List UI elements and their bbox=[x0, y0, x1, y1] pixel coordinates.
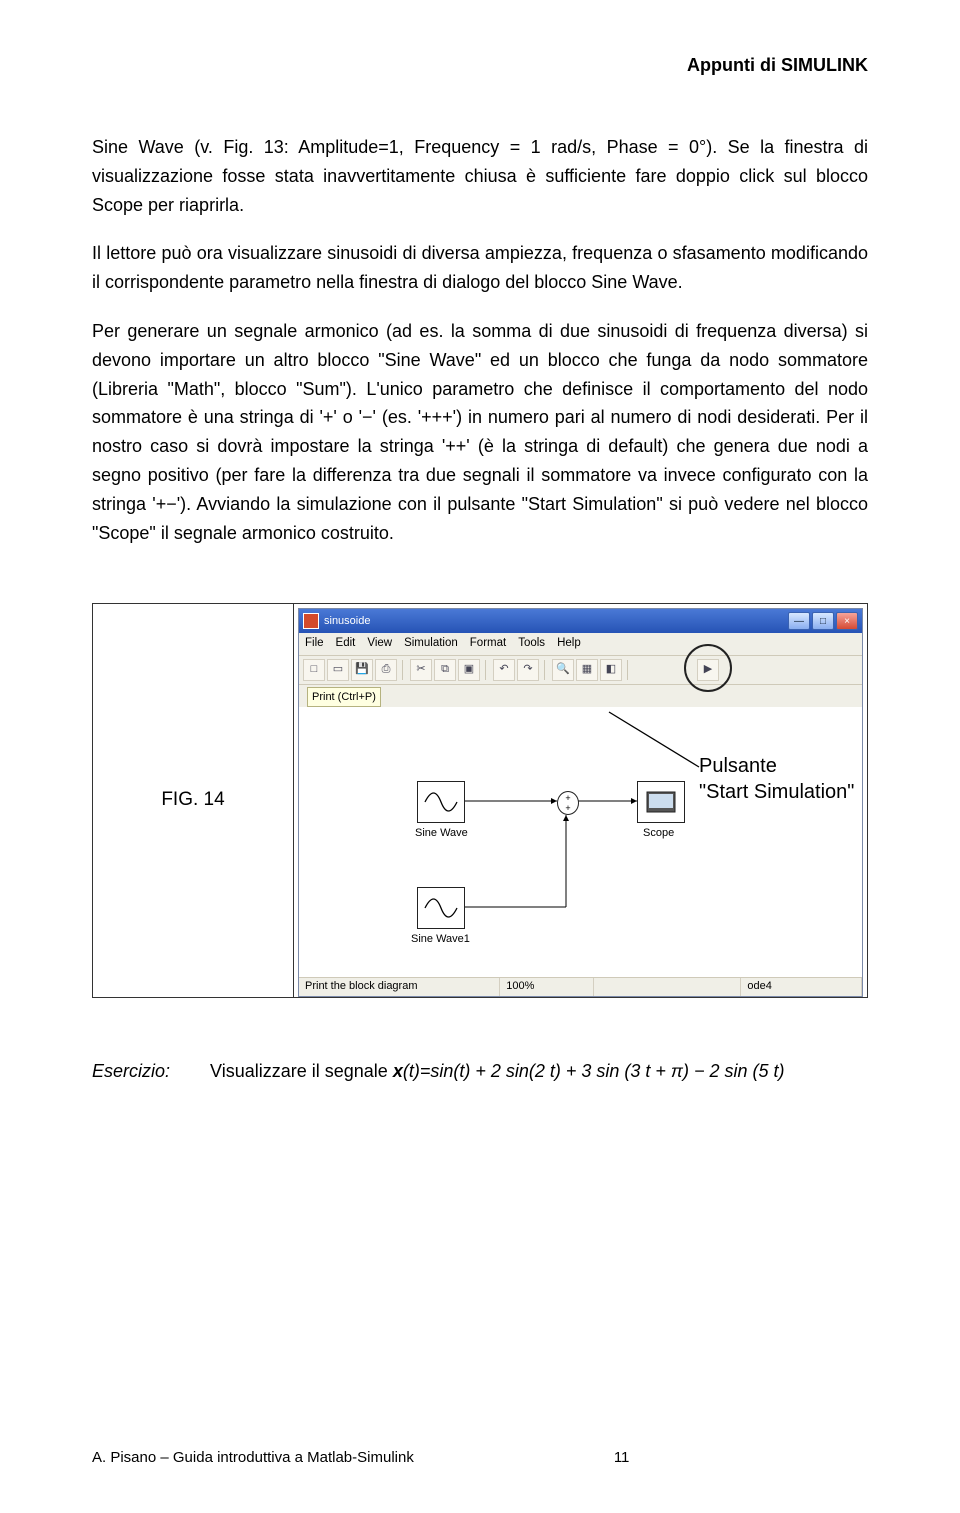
undo-button[interactable]: ↶ bbox=[493, 659, 515, 681]
exercise: Esercizio: Visualizzare il segnale x(t)=… bbox=[92, 1058, 868, 1085]
copy-button[interactable]: ⧉ bbox=[434, 659, 456, 681]
tooltip: Print (Ctrl+P) bbox=[307, 687, 381, 708]
block-sine-wave[interactable] bbox=[417, 781, 465, 823]
save-button[interactable]: 💾 bbox=[351, 659, 373, 681]
maximize-button[interactable]: □ bbox=[812, 612, 834, 630]
menu-edit[interactable]: Edit bbox=[336, 635, 356, 652]
exercise-label: Esercizio: bbox=[92, 1061, 170, 1081]
menu-tools[interactable]: Tools bbox=[518, 635, 545, 652]
block-sine-wave1-label: Sine Wave1 bbox=[411, 931, 470, 948]
block-scope[interactable] bbox=[637, 781, 685, 823]
status-solver: ode4 bbox=[741, 978, 862, 996]
minimize-button[interactable]: — bbox=[788, 612, 810, 630]
paragraph-3: Per generare un segnale armonico (ad es.… bbox=[92, 317, 868, 547]
start-simulation-button[interactable]: ▶ bbox=[697, 659, 719, 681]
toolbar: □ ▭ 💾 ⎙ ✂ ⧉ ▣ ↶ ↷ 🔍 ▦ ◧ bbox=[299, 656, 862, 685]
simulink-window: sinusoide — □ × File Edit View Simulatio… bbox=[298, 608, 863, 996]
open-button[interactable]: ▭ bbox=[327, 659, 349, 681]
menu-view[interactable]: View bbox=[367, 635, 392, 652]
paste-button[interactable]: ▣ bbox=[458, 659, 480, 681]
menu-help[interactable]: Help bbox=[557, 635, 581, 652]
window-title: sinusoide bbox=[324, 613, 370, 630]
menubar: File Edit View Simulation Format Tools H… bbox=[299, 633, 862, 655]
print-button[interactable]: ⎙ bbox=[375, 659, 397, 681]
running-header: Appunti di SIMULINK bbox=[92, 52, 868, 79]
window-titlebar: sinusoide — □ × bbox=[299, 609, 862, 633]
model-canvas[interactable]: Sine Wave Sine Wave1 + + bbox=[299, 707, 862, 977]
exercise-equation: (t)=sin(t) + 2 sin(2 t) + 3 sin (3 t + π… bbox=[403, 1061, 785, 1081]
browser-icon[interactable]: ◧ bbox=[600, 659, 622, 681]
cut-button[interactable]: ✂ bbox=[410, 659, 432, 681]
close-button[interactable]: × bbox=[836, 612, 858, 630]
block-scope-label: Scope bbox=[643, 825, 674, 842]
library-icon[interactable]: ▦ bbox=[576, 659, 598, 681]
new-button[interactable]: □ bbox=[303, 659, 325, 681]
menu-simulation[interactable]: Simulation bbox=[404, 635, 458, 652]
annotation-text: Pulsante "Start Simulation" bbox=[699, 753, 854, 805]
binoculars-icon[interactable]: 🔍 bbox=[552, 659, 574, 681]
exercise-func-var: x bbox=[393, 1061, 403, 1081]
app-icon bbox=[303, 613, 319, 629]
block-sum[interactable]: + + bbox=[557, 791, 579, 815]
figure-label: FIG. 14 bbox=[93, 604, 294, 996]
exercise-intro: Visualizzare il segnale bbox=[210, 1061, 393, 1081]
footer-left: A. Pisano – Guida introduttiva a Matlab-… bbox=[92, 1447, 414, 1470]
block-sine-wave-label: Sine Wave bbox=[415, 825, 468, 842]
plus-icon: + bbox=[565, 805, 570, 811]
paragraph-2: Il lettore può ora visualizzare sinusoid… bbox=[92, 239, 868, 297]
footer: A. Pisano – Guida introduttiva a Matlab-… bbox=[92, 1447, 868, 1470]
redo-button[interactable]: ↷ bbox=[517, 659, 539, 681]
figure-14: FIG. 14 sinusoide — □ × File Edit View bbox=[92, 603, 868, 997]
menu-format[interactable]: Format bbox=[470, 635, 506, 652]
status-zoom: 100% bbox=[500, 978, 594, 996]
menu-file[interactable]: File bbox=[305, 635, 324, 652]
page-number: 11 bbox=[614, 1447, 630, 1470]
figure-content: sinusoide — □ × File Edit View Simulatio… bbox=[294, 604, 867, 996]
block-sine-wave1[interactable] bbox=[417, 887, 465, 929]
statusbar: Print the block diagram 100% ode4 bbox=[299, 977, 862, 996]
paragraph-1: Sine Wave (v. Fig. 13: Amplitude=1, Freq… bbox=[92, 133, 868, 219]
plus-icon: + bbox=[565, 795, 570, 801]
status-message: Print the block diagram bbox=[299, 978, 500, 996]
